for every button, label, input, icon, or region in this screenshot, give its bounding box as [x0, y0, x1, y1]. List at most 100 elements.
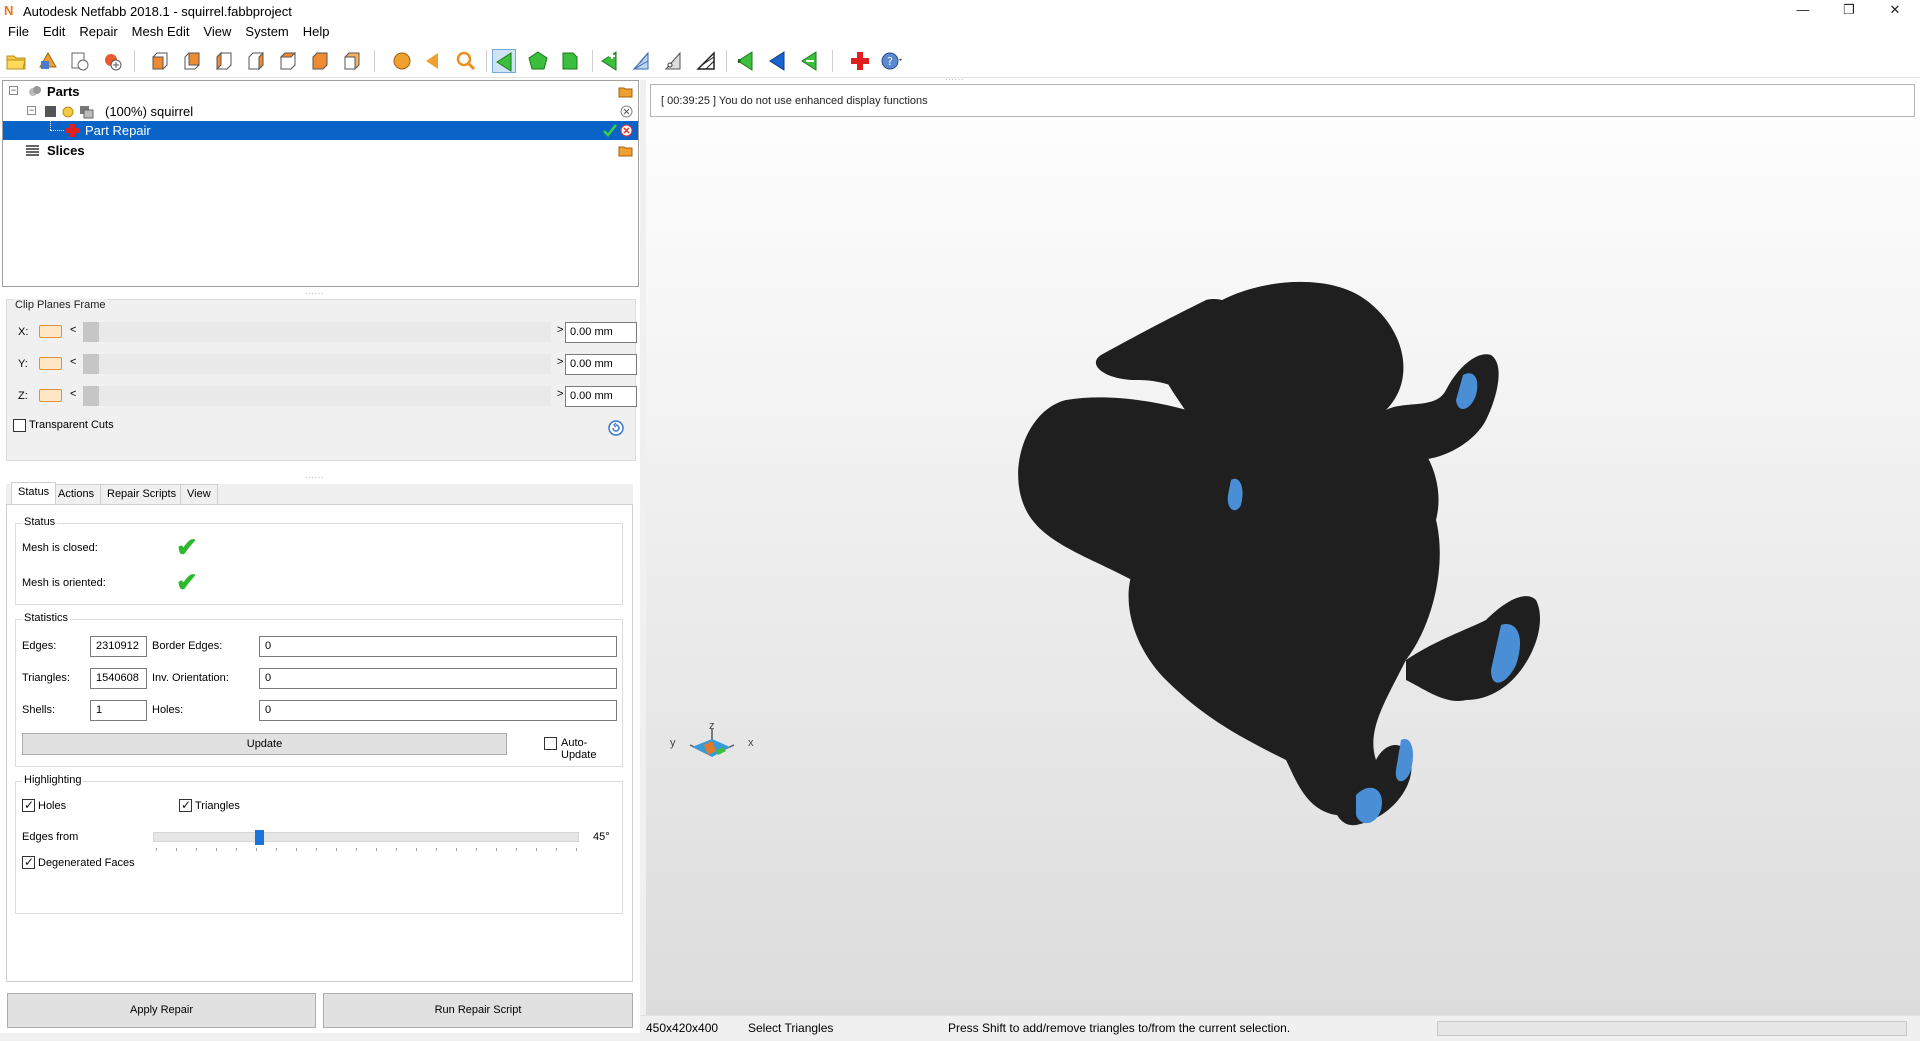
menu-view[interactable]: View — [196, 22, 238, 42]
view-iso-icon[interactable] — [340, 49, 364, 73]
clip-x-slider[interactable] — [83, 322, 551, 342]
view-front-icon[interactable] — [148, 49, 172, 73]
remove-part-icon[interactable] — [619, 104, 634, 119]
mesh-oriented-check-icon: ✔ — [176, 567, 198, 597]
border-edges-field[interactable]: 0 — [259, 636, 617, 657]
clip-x-input[interactable]: 0.00 mm — [565, 322, 637, 343]
select-plus-icon[interactable] — [598, 49, 622, 73]
run-repair-script-button[interactable]: Run Repair Script — [323, 993, 633, 1028]
degenerated-faces-checkbox[interactable] — [22, 855, 35, 869]
shells-field[interactable]: 1 — [90, 700, 147, 721]
mesh-closed-label: Mesh is closed: — [22, 542, 98, 554]
clip-x-slider-thumb[interactable] — [83, 322, 99, 342]
view-left-icon[interactable] — [212, 49, 236, 73]
tab-actions[interactable]: Actions — [51, 484, 102, 504]
parts-folder-icon[interactable] — [618, 84, 633, 99]
cancel-repair-icon[interactable] — [619, 123, 634, 138]
squirrel-model[interactable] — [646, 80, 1920, 1015]
part-visible-icon[interactable] — [61, 104, 76, 119]
confirm-repair-icon[interactable] — [602, 123, 617, 138]
tab-repair-scripts[interactable]: Repair Scripts — [100, 484, 184, 504]
edges-angle-slider-thumb[interactable] — [255, 830, 264, 845]
update-button[interactable]: Update — [22, 733, 507, 755]
view-bottom-icon[interactable] — [308, 49, 332, 73]
triangles-checkbox[interactable] — [179, 798, 192, 812]
add-support-icon[interactable] — [100, 49, 124, 73]
clip-x-decrease[interactable]: < — [70, 324, 76, 336]
minimize-button[interactable]: — — [1780, 0, 1826, 22]
add-part-icon[interactable] — [36, 49, 60, 73]
part-display-icon[interactable] — [79, 104, 94, 119]
menu-help[interactable]: Help — [296, 22, 337, 42]
select-edge-icon[interactable] — [662, 49, 686, 73]
apply-repair-button[interactable]: Apply Repair — [7, 993, 316, 1028]
view-top-icon[interactable] — [276, 49, 300, 73]
repair-icon[interactable] — [848, 49, 872, 73]
clip-z-decrease[interactable]: < — [70, 388, 76, 400]
clip-x-increase[interactable]: > — [557, 324, 563, 336]
zoom-icon[interactable] — [454, 49, 478, 73]
select-area-icon[interactable] — [694, 49, 718, 73]
shading-sphere-icon[interactable] — [390, 49, 414, 73]
tree-item-parts[interactable]: − Parts — [3, 82, 638, 101]
message-log: [ 00:39:25 ] You do not use enhanced dis… — [650, 84, 1915, 117]
tree-item-part-repair[interactable]: Part Repair — [3, 119, 638, 140]
menu-edit[interactable]: Edit — [36, 22, 72, 42]
close-button[interactable]: ✕ — [1872, 0, 1918, 22]
collapse-parts-icon[interactable]: − — [9, 86, 18, 95]
select-mesh-icon[interactable] — [630, 49, 654, 73]
3d-viewport[interactable]: z y x — [646, 80, 1920, 1015]
clip-y-slider[interactable] — [83, 354, 551, 374]
clip-splitter-handle[interactable]: ...... — [305, 472, 335, 480]
menu-repair[interactable]: Repair — [72, 22, 124, 42]
new-part-icon[interactable] — [68, 49, 92, 73]
holes-checkbox[interactable] — [22, 798, 35, 812]
clip-y-slider-thumb[interactable] — [83, 354, 99, 374]
open-project-icon[interactable] — [4, 49, 28, 73]
tab-view[interactable]: View — [180, 484, 218, 504]
clip-y-input[interactable]: 0.00 mm — [565, 354, 637, 375]
edges-angle-slider[interactable] — [153, 832, 579, 842]
clip-y-toggle[interactable] — [39, 357, 62, 370]
axis-x-label: x — [748, 737, 754, 749]
mesh-closed-check-icon: ✔ — [176, 532, 198, 562]
clip-x-toggle[interactable] — [39, 325, 62, 338]
clip-z-slider-thumb[interactable] — [83, 386, 99, 406]
tree-item-slices[interactable]: Slices — [3, 141, 638, 160]
triangles-field[interactable]: 1540608 — [90, 668, 147, 689]
inv-orientation-field[interactable]: 0 — [259, 668, 617, 689]
rotate-icon[interactable] — [422, 49, 446, 73]
collapse-squirrel-icon[interactable]: − — [27, 106, 36, 115]
maximize-button[interactable]: ❐ — [1826, 0, 1872, 22]
tree-item-squirrel[interactable]: − (100%) squirrel — [3, 102, 638, 121]
view-right-icon[interactable] — [244, 49, 268, 73]
reset-clip-icon[interactable] — [607, 419, 625, 437]
edges-field[interactable]: 2310912 — [90, 636, 147, 657]
invert-selection-icon[interactable] — [734, 49, 758, 73]
clip-z-slider[interactable] — [83, 386, 551, 406]
help-dropdown-icon[interactable]: ? — [880, 49, 904, 73]
clip-z-increase[interactable]: > — [557, 388, 563, 400]
auto-update-checkbox[interactable] — [544, 737, 557, 750]
menu-system[interactable]: System — [238, 22, 295, 42]
statistics-group-title: Statistics — [22, 612, 71, 624]
select-triangles-icon[interactable] — [492, 49, 516, 73]
holes-field[interactable]: 0 — [259, 700, 617, 721]
slices-folder-icon[interactable] — [618, 143, 633, 158]
select-surfaces-icon[interactable] — [558, 49, 582, 73]
squirrel-mesh[interactable] — [1018, 281, 1541, 826]
menu-mesh-edit[interactable]: Mesh Edit — [125, 22, 197, 42]
clip-z-toggle[interactable] — [39, 389, 62, 402]
clip-z-input[interactable]: 0.00 mm — [565, 386, 637, 407]
tab-status[interactable]: Status — [11, 482, 57, 504]
select-all-icon[interactable] — [766, 49, 790, 73]
select-shells-icon[interactable] — [526, 49, 550, 73]
viewport-splitter-handle[interactable]: ...... — [945, 74, 975, 82]
view-back-icon[interactable] — [180, 49, 204, 73]
tree-splitter-handle[interactable]: ...... — [305, 288, 335, 296]
deselect-icon[interactable] — [798, 49, 822, 73]
transparent-cuts-checkbox[interactable] — [13, 419, 26, 432]
clip-y-increase[interactable]: > — [557, 356, 563, 368]
clip-y-decrease[interactable]: < — [70, 356, 76, 368]
menu-file[interactable]: File — [0, 22, 36, 42]
